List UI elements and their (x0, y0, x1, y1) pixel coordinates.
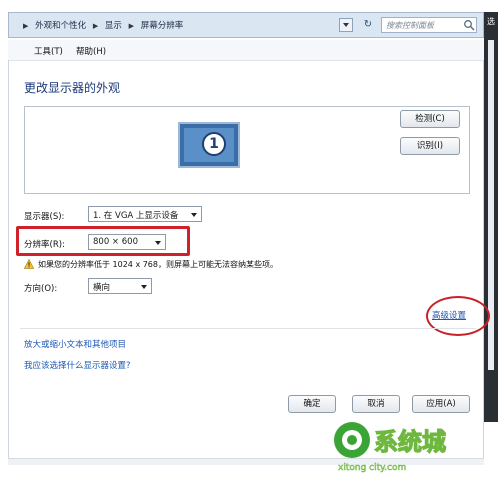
display-select[interactable]: 1. 在 VGA 上显示设备 (88, 206, 202, 222)
search-input[interactable]: 搜索控制面板 (381, 17, 477, 33)
search-icon (464, 20, 475, 31)
watermark-emblem: 系统城 xitong city.com (334, 422, 447, 473)
menu-help[interactable]: 帮助(H) (76, 45, 106, 57)
monitor-number: 1 (202, 132, 226, 156)
display-value: 1. 在 VGA 上显示设备 (93, 211, 179, 221)
ok-button[interactable]: 确定 (288, 395, 336, 413)
resolution-value: 800 × 600 (93, 237, 138, 247)
breadcrumb-item-display[interactable]: 显示 (105, 21, 122, 31)
chevron-down-icon (155, 241, 161, 245)
address-bar: ▶ 外观和个性化 ▶ 显示 ▶ 屏幕分辨率 ↻ 搜索控制面板 (8, 12, 484, 38)
breadcrumb-item-appearance[interactable]: 外观和个性化 (35, 21, 86, 31)
watermark-brand: 系统城 (374, 428, 446, 456)
highlight-circle (426, 296, 490, 336)
search-placeholder: 搜索控制面板 (386, 21, 434, 30)
chevron-down-icon (141, 285, 147, 289)
warning-icon (24, 259, 34, 269)
monitor-screen: 1 (184, 128, 234, 162)
resolution-label: 分辨率(R): (24, 240, 65, 250)
orientation-value: 横向 (93, 283, 111, 293)
menubar: 工具(T) 帮助(H) (8, 40, 484, 61)
side-window-title: 选 (487, 17, 495, 26)
text-size-link[interactable]: 放大或缩小文本和其他项目 (24, 338, 126, 350)
breadcrumb-item-resolution[interactable]: 屏幕分辨率 (141, 21, 184, 31)
which-settings-link[interactable]: 我应该选择什么显示器设置? (24, 359, 131, 371)
chevron-right-icon: ▶ (92, 22, 99, 30)
identify-button[interactable]: 识别(I) (400, 137, 460, 155)
resolution-select[interactable]: 800 × 600 (88, 234, 166, 250)
chevron-right-icon: ▶ (23, 22, 29, 30)
watermark-url: xitong city.com (338, 463, 406, 473)
menu-tools[interactable]: 工具(T) (34, 45, 63, 57)
resolution-warning: 如果您的分辨率低于 1024 x 768，则屏幕上可能无法容纳某些项。 (38, 260, 278, 269)
watermark-logo: 系统城 xitong city.com (330, 418, 480, 474)
monitor-icon[interactable]: 1 (178, 122, 240, 168)
detect-button[interactable]: 检测(C) (400, 110, 460, 128)
address-dropdown-button[interactable] (339, 18, 353, 32)
divider (20, 328, 476, 329)
cancel-button[interactable]: 取消 (352, 395, 400, 413)
refresh-icon[interactable]: ↻ (357, 16, 379, 34)
chevron-right-icon: ▶ (128, 22, 135, 30)
breadcrumb: ▶ 外观和个性化 ▶ 显示 ▶ 屏幕分辨率 (23, 19, 187, 31)
orientation-label: 方向(O): (24, 284, 58, 294)
apply-button[interactable]: 应用(A) (412, 395, 470, 413)
page-title: 更改显示器的外观 (24, 81, 121, 95)
chevron-down-icon (191, 213, 197, 217)
orientation-select[interactable]: 横向 (88, 278, 152, 294)
display-label: 显示器(S): (24, 212, 65, 222)
